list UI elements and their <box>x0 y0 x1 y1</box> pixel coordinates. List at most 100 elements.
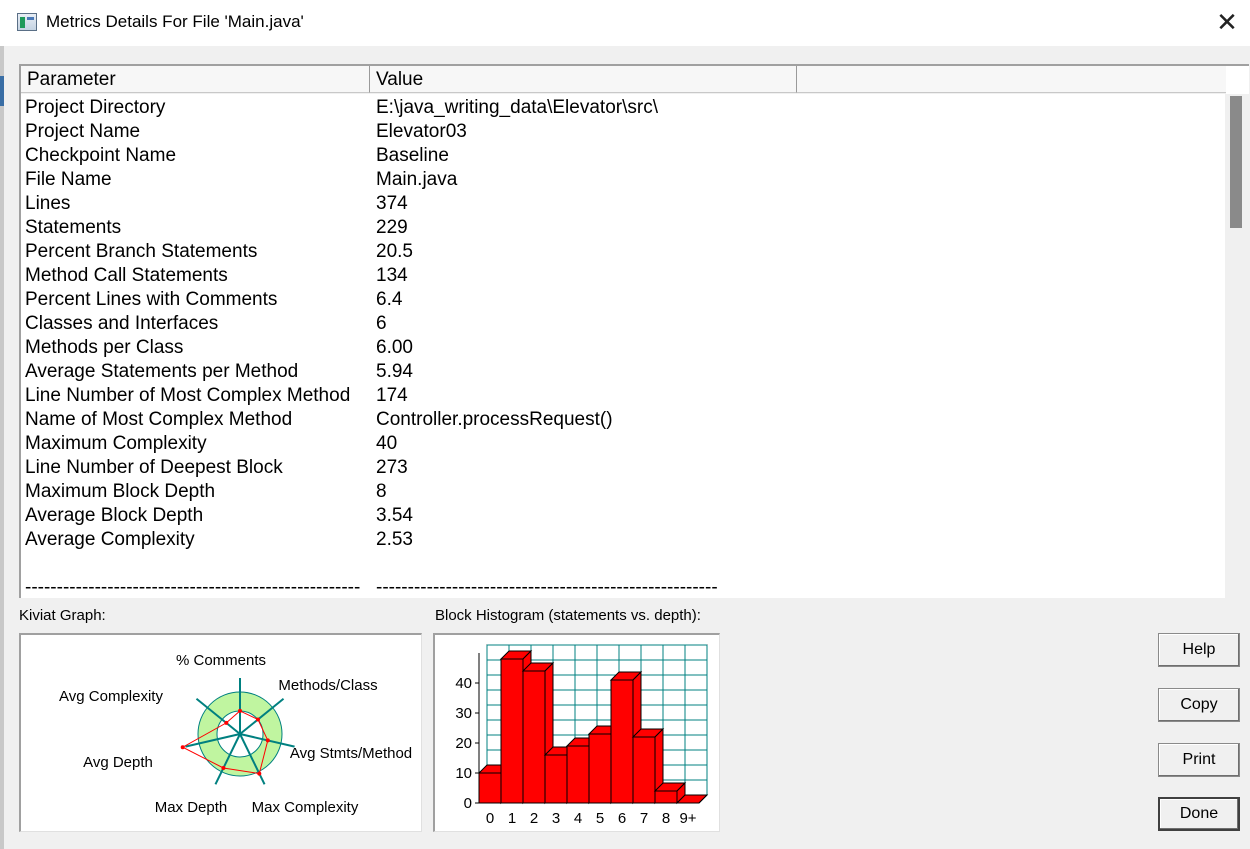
x-tick-label: 0 <box>486 810 494 827</box>
parameter-cell: ----------------------------------------… <box>25 577 361 598</box>
value-cell: ----------------------------------------… <box>376 577 718 598</box>
parameter-cell: Maximum Complexity <box>25 433 207 454</box>
parameter-cell: File Name <box>25 169 112 190</box>
value-cell: 6.00 <box>376 337 413 358</box>
print-button[interactable]: Print <box>1158 743 1240 777</box>
kiviat-vertex <box>224 720 229 725</box>
y-tick-label: 10 <box>455 765 472 782</box>
kiviat-axis-label: Max Depth <box>155 799 228 816</box>
value-cell: 6 <box>376 313 387 334</box>
parameter-cell: Name of Most Complex Method <box>25 409 293 430</box>
done-button[interactable]: Done <box>1158 797 1240 831</box>
kiviat-vertex <box>221 766 226 770</box>
value-cell: 6.4 <box>376 289 403 310</box>
value-cell: 374 <box>376 193 408 214</box>
kiviat-vertex <box>180 745 185 750</box>
kiviat-graph: % Comments Methods/Class Avg Stmts/Method M… <box>19 633 422 832</box>
parameter-cell: Average Complexity <box>25 529 195 550</box>
column-header-value[interactable]: Value <box>370 66 797 93</box>
x-tick-label: 7 <box>640 810 648 827</box>
x-tick-label: 6 <box>618 810 626 827</box>
value-cell: E:\java_writing_data\Elevator\src\ <box>376 97 658 118</box>
parameter-cell: Checkpoint Name <box>25 145 177 166</box>
help-button[interactable]: Help <box>1158 633 1240 667</box>
kiviat-axis-label: % Comments <box>176 652 266 669</box>
x-tick-label: 5 <box>596 810 604 827</box>
scrollbar-thumb[interactable] <box>1230 96 1242 228</box>
window-title: Metrics Details For File 'Main.java' <box>46 12 304 31</box>
kiviat-axis-label: Avg Stmts/Method <box>290 745 412 762</box>
parameter-cell: Project Directory <box>25 97 166 118</box>
parameter-cell: Line Number of Deepest Block <box>25 457 283 478</box>
value-cell: 40 <box>376 433 398 454</box>
value-cell: 229 <box>376 217 408 238</box>
kiviat-axis-label: Methods/Class <box>278 677 377 694</box>
kiviat-axis-label: Avg Depth <box>83 754 153 771</box>
kiviat-label: Kiviat Graph: <box>19 607 106 624</box>
value-cell: Controller.processRequest() <box>376 409 613 430</box>
kiviat-vertex <box>257 771 262 776</box>
list-header: Parameter Value <box>21 66 1226 94</box>
kiviat-axis-label: Max Complexity <box>252 799 359 816</box>
parameter-cell: Line Number of Most Complex Method <box>25 385 351 406</box>
histogram-label: Block Histogram (statements vs. depth): <box>435 607 701 624</box>
bar <box>522 670 546 804</box>
bar <box>588 733 612 804</box>
parameter-cell: Classes and Interfaces <box>25 313 219 334</box>
kiviat-svg: % Comments Methods/Class Avg Stmts/Method M… <box>59 652 412 816</box>
metrics-list[interactable]: Parameter Value Project Directory E:\java… <box>19 64 1249 598</box>
x-tick-label: 9+ <box>679 810 696 827</box>
value-cell: Elevator03 <box>376 121 467 142</box>
parameter-cell: Average Statements per Method <box>25 361 299 382</box>
parameter-cell: Maximum Block Depth <box>25 481 216 502</box>
block-histogram: 0 10 20 30 40 0 1 2 3 4 5 6 7 8 9+ <box>433 633 720 832</box>
x-tick-label: 3 <box>552 810 560 827</box>
y-tick-label: 0 <box>464 795 472 812</box>
window-edge <box>0 46 4 849</box>
bar <box>610 679 634 804</box>
parameter-cell: Statements <box>25 217 122 238</box>
column-header-empty <box>797 66 1226 93</box>
value-cell: 5.94 <box>376 361 413 382</box>
bar <box>566 745 590 804</box>
parameter-cell: Percent Lines with Comments <box>25 289 278 310</box>
parameter-cell: Lines <box>25 193 71 214</box>
app-icon <box>17 13 37 31</box>
value-cell: Main.java <box>376 169 458 190</box>
kiviat-vertex <box>265 738 270 743</box>
x-tick-label: 8 <box>662 810 670 827</box>
value-cell: 3.54 <box>376 505 413 526</box>
bar <box>500 658 524 804</box>
bar <box>478 772 502 804</box>
parameter-cell: Average Block Depth <box>25 505 204 526</box>
parameter-cell: Method Call Statements <box>25 265 228 286</box>
vertical-scrollbar[interactable] <box>1225 94 1249 598</box>
kiviat-vertex <box>256 717 260 722</box>
x-tick-label: 4 <box>574 810 582 827</box>
value-cell: Baseline <box>376 145 449 166</box>
value-cell: 8 <box>376 481 387 502</box>
y-tick-label: 30 <box>455 705 472 722</box>
value-cell: 20.5 <box>376 241 413 262</box>
y-tick-label: 40 <box>455 675 472 692</box>
kiviat-axis-label: Avg Complexity <box>59 688 163 705</box>
column-header-parameter[interactable]: Parameter <box>21 66 370 93</box>
parameter-cell: Percent Branch Statements <box>25 241 258 262</box>
bar <box>632 736 656 804</box>
value-cell: 273 <box>376 457 408 478</box>
y-tick-label: 20 <box>455 735 472 752</box>
value-cell: 2.53 <box>376 529 413 550</box>
close-button[interactable]: ✕ <box>1204 0 1250 46</box>
x-tick-label: 1 <box>508 810 516 827</box>
title-bar: Metrics Details For File 'Main.java' ✕ <box>0 0 1250 46</box>
x-tick-label: 2 <box>530 810 538 827</box>
copy-button[interactable]: Copy <box>1158 688 1240 722</box>
bar <box>654 790 678 804</box>
value-cell: 174 <box>376 385 408 406</box>
value-cell: 134 <box>376 265 408 286</box>
histogram-svg: 0102030400 1 2 3 4 5 6 7 8 9+ <box>455 644 709 827</box>
bar <box>544 754 568 804</box>
kiviat-vertex <box>238 708 242 713</box>
parameter-cell: Methods per Class <box>25 337 184 358</box>
parameter-cell: Project Name <box>25 121 141 142</box>
